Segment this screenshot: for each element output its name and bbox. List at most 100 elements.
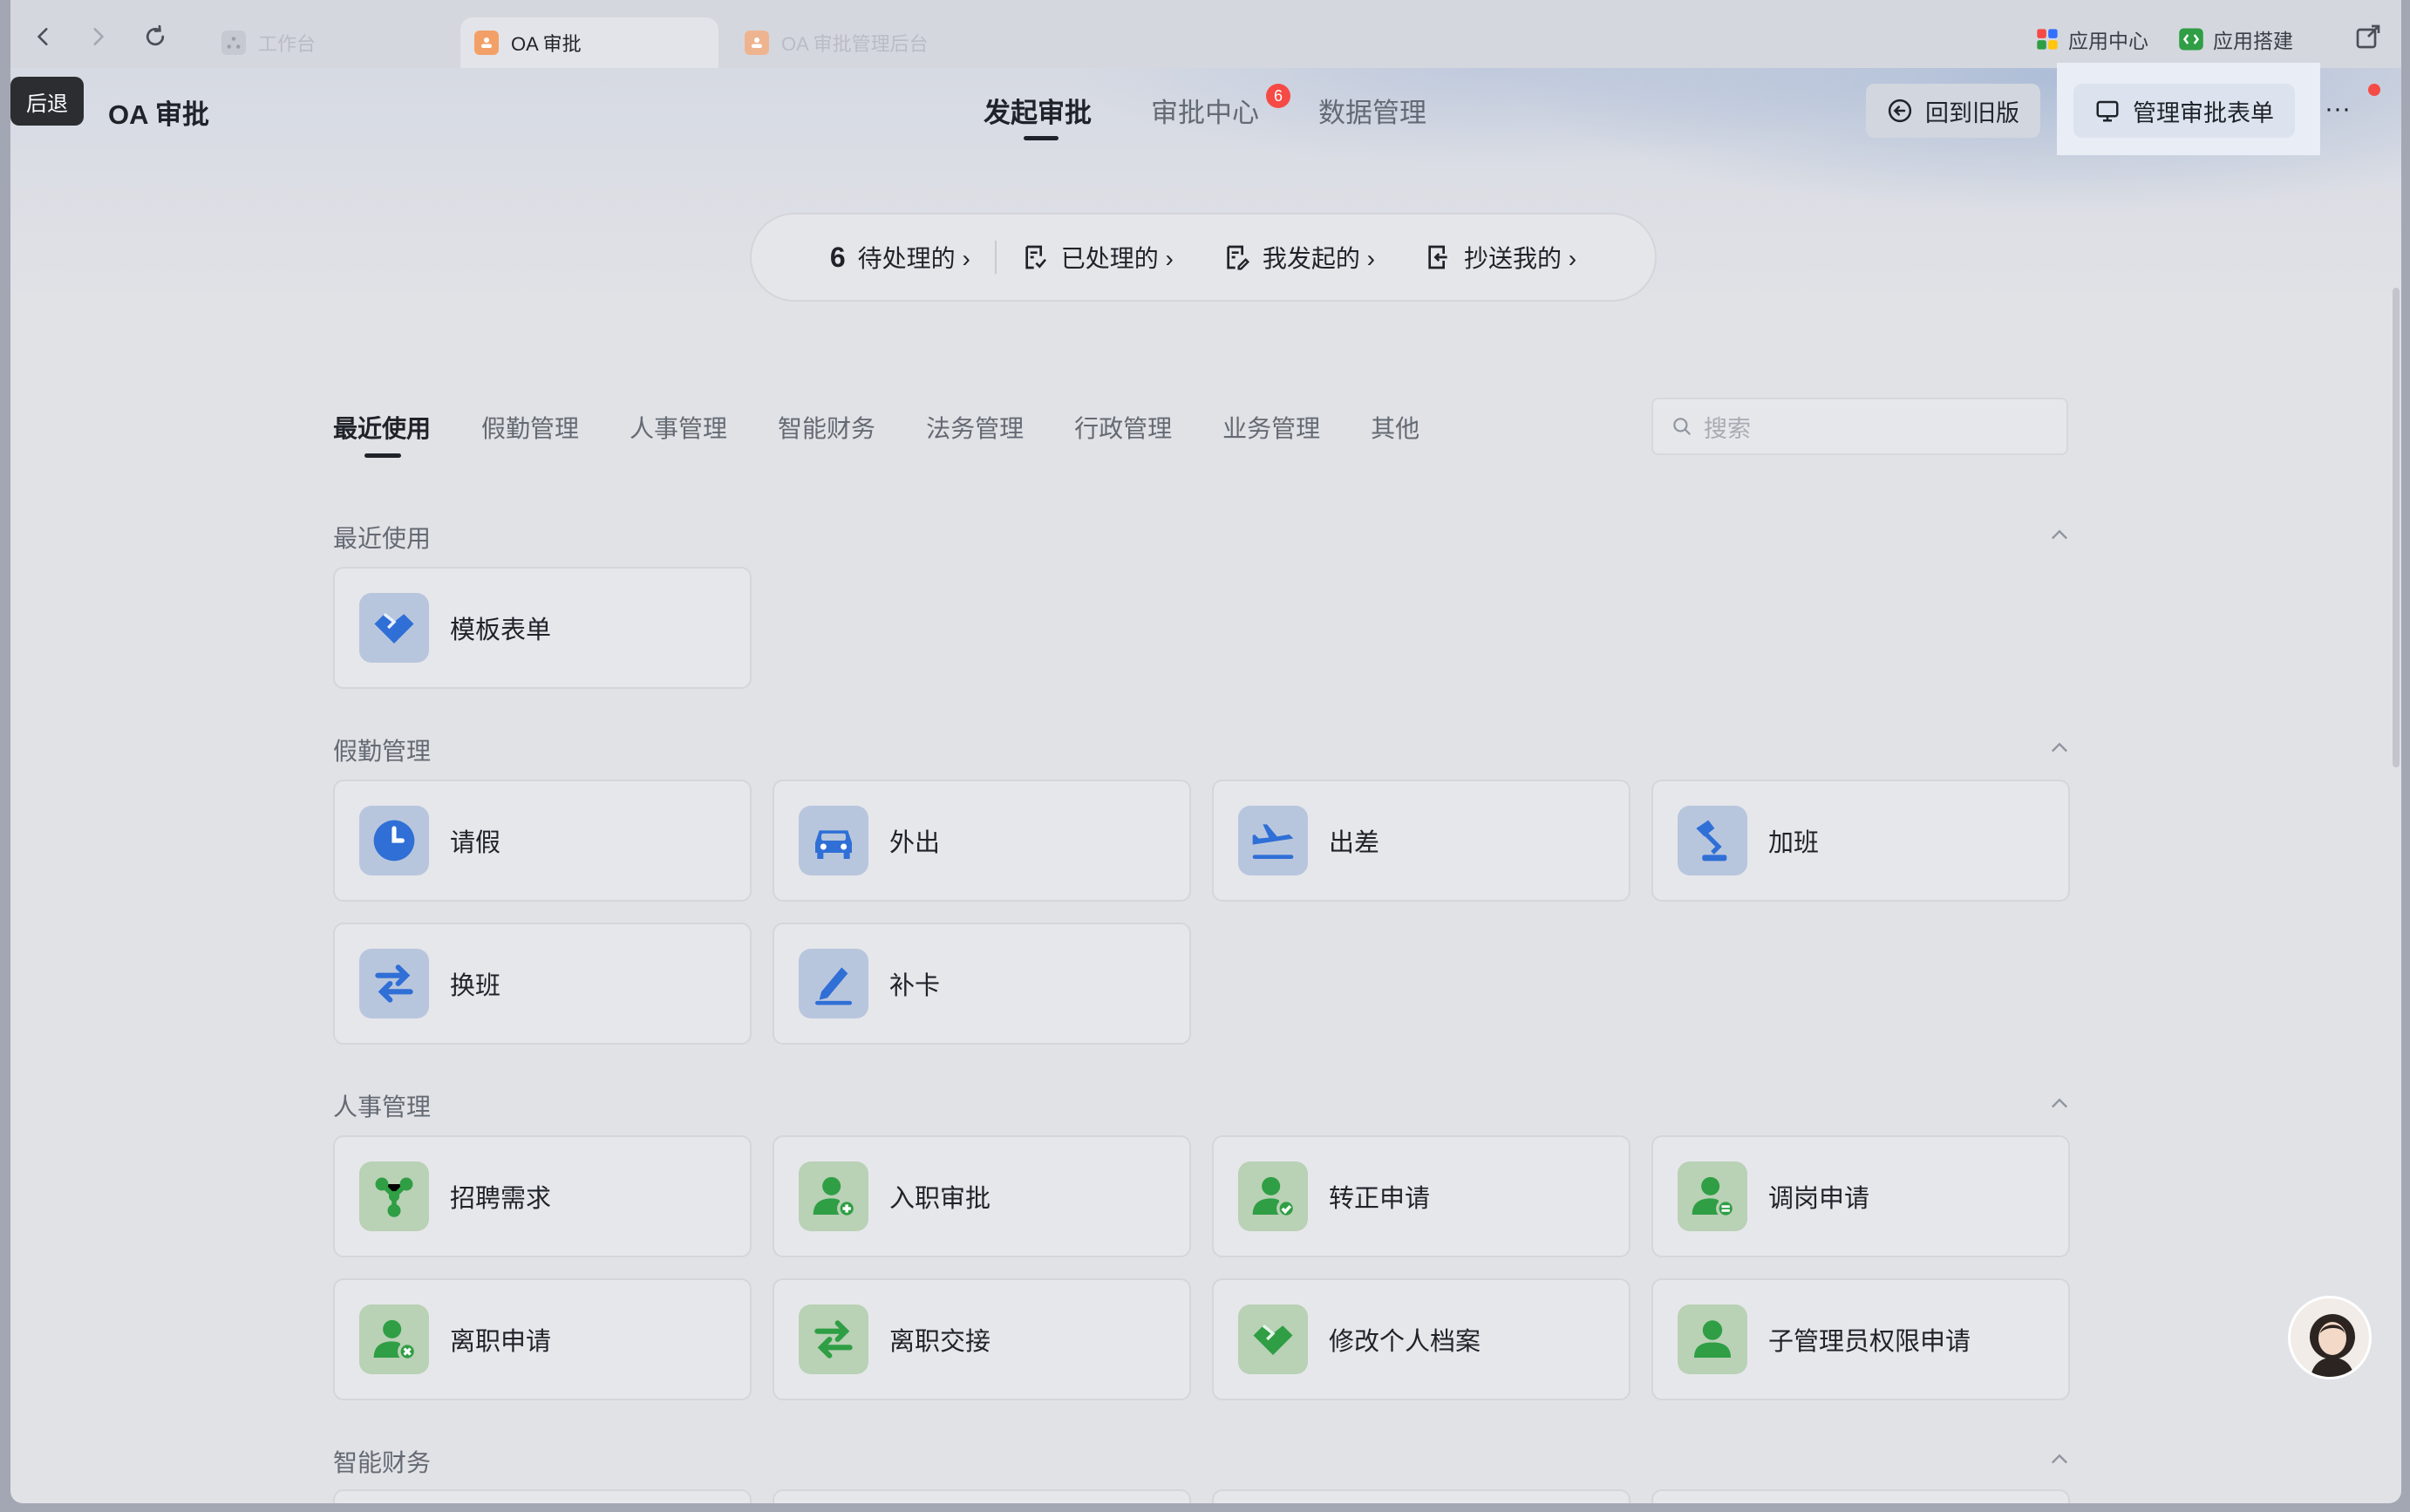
nav-active-indicator: [1024, 136, 1059, 140]
manage-forms-button[interactable]: 管理审批表单: [2073, 84, 2295, 138]
tab-attendance[interactable]: 假勤管理: [481, 410, 579, 445]
collapse-finance-chevron-icon[interactable]: [2046, 1446, 2073, 1474]
finance-card-partial[interactable]: [333, 1489, 752, 1503]
app-builder-link[interactable]: 应用搭建: [2178, 24, 2293, 54]
card-template-form[interactable]: 模板表单: [333, 567, 752, 689]
nav-approval-center[interactable]: 审批中心: [1151, 91, 1259, 130]
status-summary-bar: 6 待处理的 › 已处理的 › 我发起的 › 抄送我的 ›: [750, 213, 1657, 302]
card-edit-profile[interactable]: 修改个人档案: [1212, 1278, 1630, 1400]
desk-lamp-icon: [1678, 806, 1747, 875]
card-regularization[interactable]: 转正申请: [1212, 1135, 1630, 1257]
tab-business[interactable]: 业务管理: [1222, 410, 1320, 445]
handshake-icon: [1238, 1304, 1308, 1374]
car-icon: [799, 806, 868, 875]
tab-label: OA 审批管理后台: [781, 33, 929, 55]
nav-data-management[interactable]: 数据管理: [1318, 91, 1426, 130]
card-label: 外出: [889, 829, 941, 857]
app-builder-label: 应用搭建: [2213, 30, 2293, 52]
cc-link[interactable]: 抄送我的 ›: [1399, 240, 1601, 275]
card-business-trip[interactable]: 出差: [1212, 780, 1630, 902]
more-icon: ···: [2325, 94, 2351, 123]
card-clock-in-fix[interactable]: 补卡: [773, 923, 1191, 1045]
category-tabs: 最近使用 假勤管理 人事管理 智能财务 法务管理 行政管理 业务管理 其他: [333, 410, 1419, 445]
card-label: 调岗申请: [1768, 1185, 1870, 1213]
card-overtime[interactable]: 加班: [1651, 780, 2070, 902]
tab-other[interactable]: 其他: [1371, 410, 1419, 445]
approval-center-badge: 6: [1266, 84, 1290, 108]
initiated-label: 我发起的 ›: [1262, 245, 1375, 272]
processed-label: 已处理的 ›: [1060, 245, 1174, 272]
tab-legal[interactable]: 法务管理: [926, 410, 1024, 445]
card-sub-admin-permission[interactable]: 子管理员权限申请: [1651, 1278, 2070, 1400]
card-label: 修改个人档案: [1329, 1328, 1481, 1356]
card-transfer[interactable]: 调岗申请: [1651, 1135, 2070, 1257]
collapse-recent-chevron-icon[interactable]: [2046, 521, 2073, 549]
browser-tab-bar: 工作台 OA 审批 OA 审批管理后台 应用中心 应用搭建: [10, 0, 2401, 68]
swap-icon: [359, 949, 429, 1018]
cc-label: 抄送我的 ›: [1464, 245, 1577, 272]
open-external-icon[interactable]: [2351, 19, 2386, 54]
tab-label: 工作台: [258, 33, 317, 55]
tab-hr[interactable]: 人事管理: [630, 410, 727, 445]
doc-edit-icon: [1227, 245, 1249, 270]
assistant-avatar[interactable]: [2288, 1296, 2372, 1379]
user-remove-icon: [359, 1304, 429, 1374]
refresh-icon[interactable]: [138, 19, 173, 54]
user-check-icon: [1238, 1161, 1308, 1231]
tab-recent[interactable]: 最近使用: [333, 410, 431, 445]
card-label: 离职交接: [889, 1328, 991, 1356]
workbench-icon: [221, 31, 246, 55]
finance-card-partial[interactable]: [1651, 1489, 2070, 1503]
search-placeholder: 搜索: [1704, 415, 1751, 442]
card-leave[interactable]: 请假: [333, 780, 752, 902]
app-title: OA 审批: [108, 99, 209, 130]
finance-card-partial[interactable]: [1212, 1489, 1630, 1503]
card-shift-swap[interactable]: 换班: [333, 923, 752, 1045]
back-icon[interactable]: [26, 19, 61, 54]
card-label: 补卡: [889, 972, 941, 1000]
finance-card-partial[interactable]: [773, 1489, 1191, 1503]
card-label: 出差: [1329, 829, 1380, 857]
card-label: 入职审批: [889, 1185, 991, 1213]
tab-label: OA 审批: [511, 33, 582, 55]
initiated-link[interactable]: 我发起的 ›: [1198, 240, 1399, 275]
card-label: 模板表单: [450, 616, 552, 644]
card-handover[interactable]: 离职交接: [773, 1278, 1191, 1400]
app-center-link[interactable]: 应用中心: [2035, 24, 2148, 54]
back-to-old-version-button[interactable]: 回到旧版: [1866, 84, 2040, 138]
doc-check-icon: [1025, 245, 1046, 269]
card-resignation[interactable]: 离职申请: [333, 1278, 752, 1400]
search-input[interactable]: 搜索: [1651, 398, 2068, 455]
nav-start-approval[interactable]: 发起审批: [984, 91, 1092, 130]
tab-workbench[interactable]: 工作台: [208, 17, 466, 68]
notification-dot: [2368, 84, 2380, 96]
user-transfer-icon: [1678, 1161, 1747, 1231]
forward-icon[interactable]: [80, 19, 115, 54]
clock-icon: [359, 806, 429, 875]
arrow-left-circle-icon: [1888, 99, 1912, 123]
app-center-label: 应用中心: [2068, 30, 2148, 52]
tab-oa-admin[interactable]: OA 审批管理后台: [731, 17, 989, 68]
card-going-out[interactable]: 外出: [773, 780, 1191, 902]
user-icon: [1678, 1304, 1747, 1374]
card-recruitment[interactable]: 招聘需求: [333, 1135, 752, 1257]
tab-admin[interactable]: 行政管理: [1074, 410, 1172, 445]
more-options-button[interactable]: ···: [2312, 84, 2363, 134]
card-onboarding[interactable]: 入职审批: [773, 1135, 1191, 1257]
section-title-recent: 最近使用: [333, 525, 432, 552]
tab-oa-approval[interactable]: OA 审批: [460, 17, 718, 68]
tab-finance[interactable]: 智能财务: [778, 410, 875, 445]
card-label: 离职申请: [450, 1328, 552, 1356]
section-title-hr: 人事管理: [333, 1093, 432, 1120]
card-label: 请假: [450, 829, 501, 857]
card-label: 加班: [1768, 829, 1820, 857]
scrollbar[interactable]: [2393, 288, 2400, 767]
card-label: 招聘需求: [450, 1185, 552, 1213]
network-icon: [359, 1161, 429, 1231]
oa-admin-icon: [745, 31, 769, 55]
processed-link[interactable]: 已处理的 ›: [997, 240, 1198, 275]
category-active-indicator: [364, 453, 401, 458]
pending-link[interactable]: 6 待处理的 ›: [806, 240, 995, 275]
collapse-attendance-chevron-icon[interactable]: [2046, 734, 2073, 762]
collapse-hr-chevron-icon[interactable]: [2046, 1090, 2073, 1118]
